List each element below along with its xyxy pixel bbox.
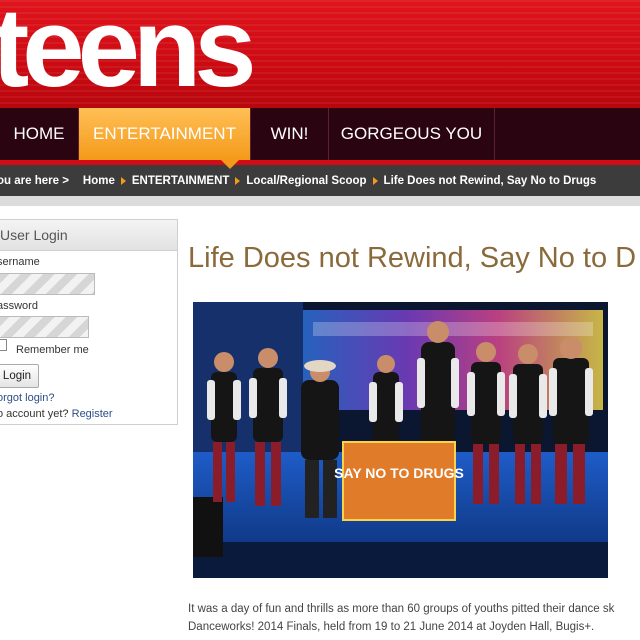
password-label: assword bbox=[0, 300, 38, 312]
breadcrumb-arrow-icon bbox=[372, 176, 378, 185]
main-nav: HOME ENTERTAINMENT WIN! GORGEOUS YOU bbox=[0, 108, 640, 160]
breadcrumb-prefix: ou are here > bbox=[0, 174, 69, 187]
remember-me-checkbox[interactable] bbox=[0, 339, 7, 351]
username-label: sername bbox=[0, 256, 40, 268]
article-photo[interactable]: SAY NO TO DRUGS bbox=[193, 302, 608, 578]
login-panel-title: User Login bbox=[0, 220, 177, 251]
article-paragraph-line: Danceworks! 2014 Finals, held from 19 to… bbox=[188, 621, 595, 633]
nav-item-gorgeous-you[interactable]: GORGEOUS YOU bbox=[329, 108, 495, 160]
site-header: teens bbox=[0, 0, 640, 108]
username-field[interactable] bbox=[0, 273, 95, 295]
breadcrumb-arrow-icon bbox=[120, 176, 126, 185]
breadcrumb-entertainment[interactable]: ENTERTAINMENT bbox=[132, 175, 230, 187]
breadcrumb-home[interactable]: Home bbox=[83, 175, 115, 187]
breadcrumb-local-scoop[interactable]: Local/Regional Scoop bbox=[246, 175, 366, 187]
article-body: It was a day of fun and thrills as more … bbox=[188, 600, 640, 636]
active-tab-pointer bbox=[219, 158, 241, 169]
photo-banner-text: SAY NO TO DRUGS bbox=[334, 465, 464, 481]
nav-item-home[interactable]: HOME bbox=[0, 108, 79, 160]
login-button[interactable]: Login bbox=[0, 364, 39, 388]
breadcrumb-divider bbox=[0, 196, 640, 206]
breadcrumb-arrow-icon bbox=[235, 176, 241, 185]
article-paragraph-line: It was a day of fun and thrills as more … bbox=[188, 603, 615, 615]
forgot-login-link[interactable]: orgot login? bbox=[0, 392, 55, 404]
breadcrumb-current: Life Does not Rewind, Say No to Drugs bbox=[383, 174, 597, 187]
user-login-panel: User Login sername assword Remember me L… bbox=[0, 219, 178, 425]
remember-me-label: Remember me bbox=[16, 344, 89, 356]
article-title: Life Does not Rewind, Say No to D bbox=[188, 242, 637, 274]
breadcrumb: ou are here > Home ENTERTAINMENT Local/R… bbox=[0, 165, 640, 196]
nav-item-win[interactable]: WIN! bbox=[251, 108, 329, 160]
register-link[interactable]: Register bbox=[72, 408, 113, 420]
site-logo[interactable]: teens bbox=[0, 0, 257, 104]
photo-illustration: SAY NO TO DRUGS bbox=[193, 302, 608, 578]
password-field[interactable] bbox=[0, 316, 89, 338]
nav-item-entertainment[interactable]: ENTERTAINMENT bbox=[79, 108, 251, 160]
no-account-label: o account yet? bbox=[0, 408, 69, 420]
no-account-text: o account yet? Register bbox=[0, 408, 113, 420]
